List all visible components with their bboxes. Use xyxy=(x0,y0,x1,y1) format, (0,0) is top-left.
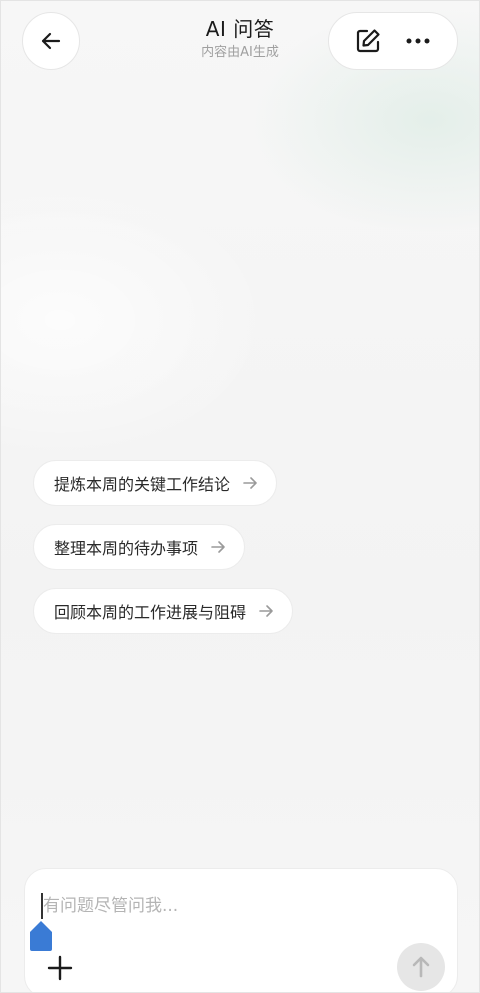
header-title-group: AI 问答 内容由AI生成 xyxy=(140,16,340,62)
cursor-handle-icon[interactable] xyxy=(28,919,54,953)
more-button[interactable] xyxy=(400,23,436,59)
text-caret xyxy=(41,893,43,919)
message-input-placeholder[interactable]: 有问题尽管问我... xyxy=(43,893,178,919)
suggestion-chip[interactable]: 提炼本周的关键工作结论 xyxy=(33,460,278,506)
suggestion-label: 整理本周的待办事项 xyxy=(54,539,199,558)
edit-button[interactable] xyxy=(350,23,386,59)
plus-icon xyxy=(47,955,73,981)
more-dots-icon xyxy=(406,38,430,44)
arrow-right-icon xyxy=(242,475,258,491)
suggestion-list: 提炼本周的关键工作结论 整理本周的待办事项 回顾本周的工作进展与阻碍 xyxy=(33,460,294,634)
message-composer[interactable]: 有问题尽管问我... xyxy=(24,868,458,993)
suggestion-label: 回顾本周的工作进展与阻碍 xyxy=(54,603,247,622)
send-button[interactable] xyxy=(397,943,445,991)
suggestion-label: 提炼本周的关键工作结论 xyxy=(54,475,231,494)
page-title: AI 问答 xyxy=(205,17,275,41)
back-button[interactable] xyxy=(22,12,80,70)
header-actions xyxy=(328,12,458,70)
arrow-right-icon xyxy=(258,603,274,619)
add-attachment-button[interactable] xyxy=(45,953,75,983)
suggestion-chip[interactable]: 回顾本周的工作进展与阻碍 xyxy=(33,588,294,634)
arrow-up-icon xyxy=(412,956,430,978)
suggestion-chip[interactable]: 整理本周的待办事项 xyxy=(33,524,246,570)
edit-icon xyxy=(356,29,380,53)
arrow-right-icon xyxy=(210,539,226,555)
page-subtitle: 内容由AI生成 xyxy=(201,45,279,60)
arrow-left-icon xyxy=(41,32,61,50)
